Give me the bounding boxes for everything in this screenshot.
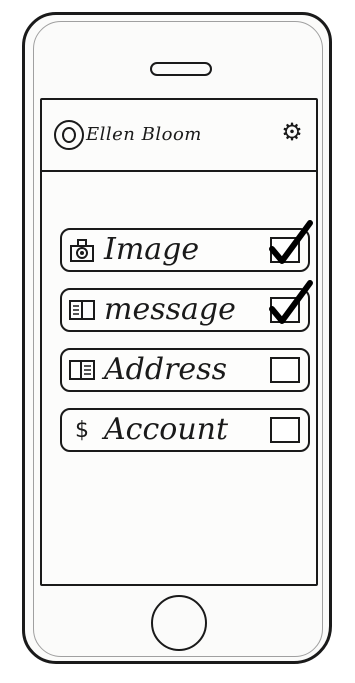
user-avatar-icon[interactable] <box>54 120 84 150</box>
app-screen: Ellen Bloom ⚙ Image message Address $ Ac… <box>40 98 318 586</box>
option-label: message <box>104 292 236 327</box>
camera-icon <box>68 236 96 264</box>
option-label: Image <box>104 232 200 267</box>
option-row-message[interactable]: message <box>60 280 313 332</box>
checkmark-icon <box>269 280 313 324</box>
dollar-icon: $ <box>75 417 89 443</box>
option-checkbox-message[interactable] <box>269 280 313 324</box>
option-label: Address <box>104 352 227 387</box>
option-checkbox-account[interactable] <box>270 417 300 443</box>
option-checkbox-address[interactable] <box>270 357 300 383</box>
option-label: Account <box>104 412 229 447</box>
checkmark-icon <box>269 220 313 264</box>
option-row-image[interactable]: Image <box>60 220 313 272</box>
option-row-account[interactable]: $ Account <box>60 408 310 452</box>
home-button[interactable] <box>151 595 207 651</box>
message-icon <box>68 296 96 324</box>
top-bar: Ellen Bloom ⚙ <box>42 100 316 172</box>
option-checkbox-image[interactable] <box>269 220 313 264</box>
speaker-slot <box>150 62 212 76</box>
phone-frame: Ellen Bloom ⚙ Image message Address $ Ac… <box>22 12 332 664</box>
address-book-icon <box>68 356 96 384</box>
user-name: Ellen Bloom <box>86 124 202 145</box>
option-row-address[interactable]: Address <box>60 348 310 392</box>
gear-icon[interactable]: ⚙ <box>278 118 306 146</box>
